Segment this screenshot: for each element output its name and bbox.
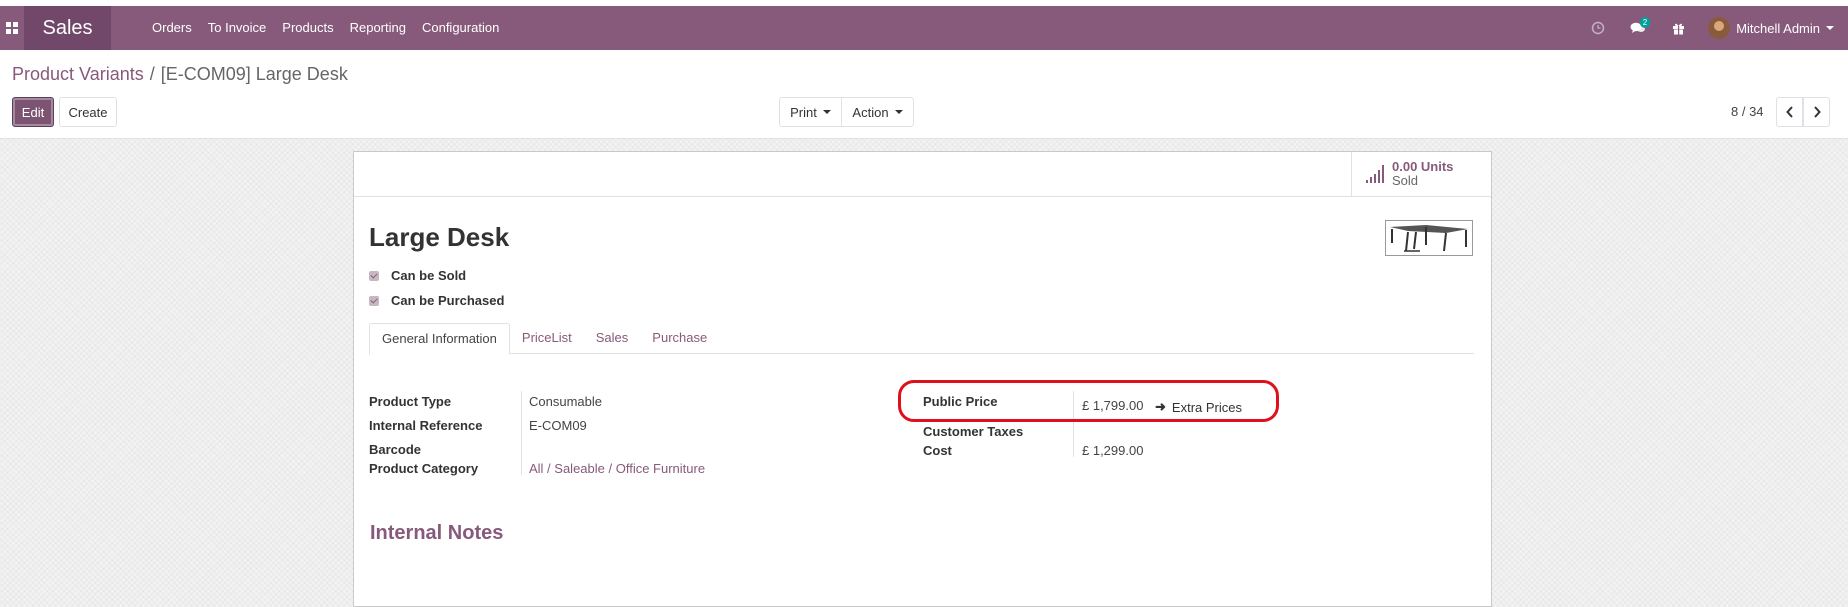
print-label: Print — [790, 104, 817, 120]
avatar — [1708, 17, 1731, 39]
product-type-value[interactable]: Consumable — [529, 394, 602, 409]
units-sold-button[interactable]: 0.00 Units Sold — [1351, 152, 1491, 196]
create-button[interactable]: Create — [59, 97, 117, 127]
tab-pricelist[interactable]: PriceList — [510, 323, 584, 354]
cost-value[interactable]: £ 1,299.00 — [1082, 443, 1143, 458]
breadcrumb: Product Variants / [E-COM09] Large Desk — [12, 64, 348, 85]
can-be-sold-label: Can be Sold — [391, 268, 467, 283]
button-box: 0.00 Units Sold — [354, 152, 1491, 197]
can-be-sold-row: Can be Sold — [369, 268, 466, 283]
gift-icon — [1672, 23, 1684, 34]
chevron-left-icon — [1785, 106, 1793, 118]
top-navbar: Sales Orders To Invoice Products Reporti… — [0, 6, 1848, 50]
product-category-label: Product Category — [369, 461, 479, 476]
can-be-sold-checkbox[interactable] — [369, 270, 379, 281]
navbar-right: 2 Mitchell Admin — [1578, 6, 1848, 50]
pager-value[interactable]: 8 / 34 — [1731, 104, 1764, 119]
edit-button[interactable]: Edit — [12, 97, 54, 127]
breadcrumb-current: [E-COM09] Large Desk — [160, 64, 348, 84]
cost-label: Cost — [923, 443, 952, 458]
messages-count-badge: 2 — [1639, 17, 1651, 28]
control-panel: Product Variants / [E-COM09] Large Desk — [0, 50, 1848, 139]
breadcrumb-separator: / — [149, 64, 155, 84]
annotation-highlight — [898, 380, 1279, 422]
clock-icon — [1591, 21, 1605, 35]
barcode-label: Barcode — [369, 442, 422, 457]
menu-orders[interactable]: Orders — [144, 6, 200, 50]
product-category-link[interactable]: All / Saleable / Office Furniture — [529, 461, 705, 476]
product-name[interactable]: Large Desk — [369, 222, 509, 253]
product-type-label: Product Type — [369, 394, 452, 409]
tab-purchase[interactable]: Purchase — [640, 323, 719, 354]
left-group-separator — [521, 391, 522, 475]
units-sold-label: Sold — [1392, 173, 1419, 188]
user-name: Mitchell Admin — [1736, 20, 1820, 36]
can-be-purchased-checkbox[interactable] — [369, 295, 379, 306]
gift-button[interactable] — [1658, 6, 1698, 50]
menu-configuration[interactable]: Configuration — [414, 6, 507, 50]
menu-reporting[interactable]: Reporting — [342, 6, 414, 50]
user-menu[interactable]: Mitchell Admin — [1708, 17, 1834, 39]
form-sheet: 0.00 Units Sold Large Desk Can be Sold C… — [353, 151, 1492, 607]
action-label: Action — [852, 104, 889, 120]
action-dropdown-button[interactable]: Action — [841, 97, 914, 127]
chevron-down-icon — [822, 110, 831, 114]
chevron-right-icon — [1813, 106, 1821, 118]
print-dropdown-button[interactable]: Print — [779, 97, 842, 127]
customer-taxes-label: Customer Taxes — [923, 424, 1024, 439]
tab-sales[interactable]: Sales — [584, 323, 641, 354]
notebook-tabs: General Information PriceList Sales Purc… — [369, 323, 1474, 355]
tab-general-information[interactable]: General Information — [369, 323, 510, 355]
pager-previous-button[interactable] — [1776, 97, 1803, 127]
pager-next-button[interactable] — [1803, 97, 1830, 127]
chevron-down-icon — [894, 110, 903, 114]
can-be-purchased-label: Can be Purchased — [391, 293, 505, 308]
desk-image — [1390, 225, 1468, 252]
main-menu: Orders To Invoice Products Reporting Con… — [144, 6, 507, 50]
app-brand[interactable]: Sales — [24, 6, 111, 50]
internal-notes-heading: Internal Notes — [370, 522, 504, 544]
signal-bars-icon — [1366, 165, 1384, 183]
menu-products[interactable]: Products — [274, 6, 341, 50]
chevron-down-icon — [1826, 26, 1834, 30]
activity-clock-button[interactable] — [1578, 6, 1618, 50]
can-be-purchased-row: Can be Purchased — [369, 293, 504, 308]
apps-grid-icon — [6, 22, 18, 34]
menu-to-invoice[interactable]: To Invoice — [200, 6, 275, 50]
product-image[interactable] — [1385, 220, 1473, 256]
internal-reference-value[interactable]: E-COM09 — [529, 418, 587, 433]
apps-menu-button[interactable] — [0, 6, 24, 50]
units-sold-value: 0.00 Units — [1392, 159, 1454, 174]
internal-reference-label: Internal Reference — [369, 418, 483, 433]
breadcrumb-parent-link[interactable]: Product Variants — [12, 64, 144, 84]
messages-button[interactable]: 2 — [1618, 6, 1658, 50]
units-sold-text: 0.00 Units Sold — [1392, 160, 1453, 188]
